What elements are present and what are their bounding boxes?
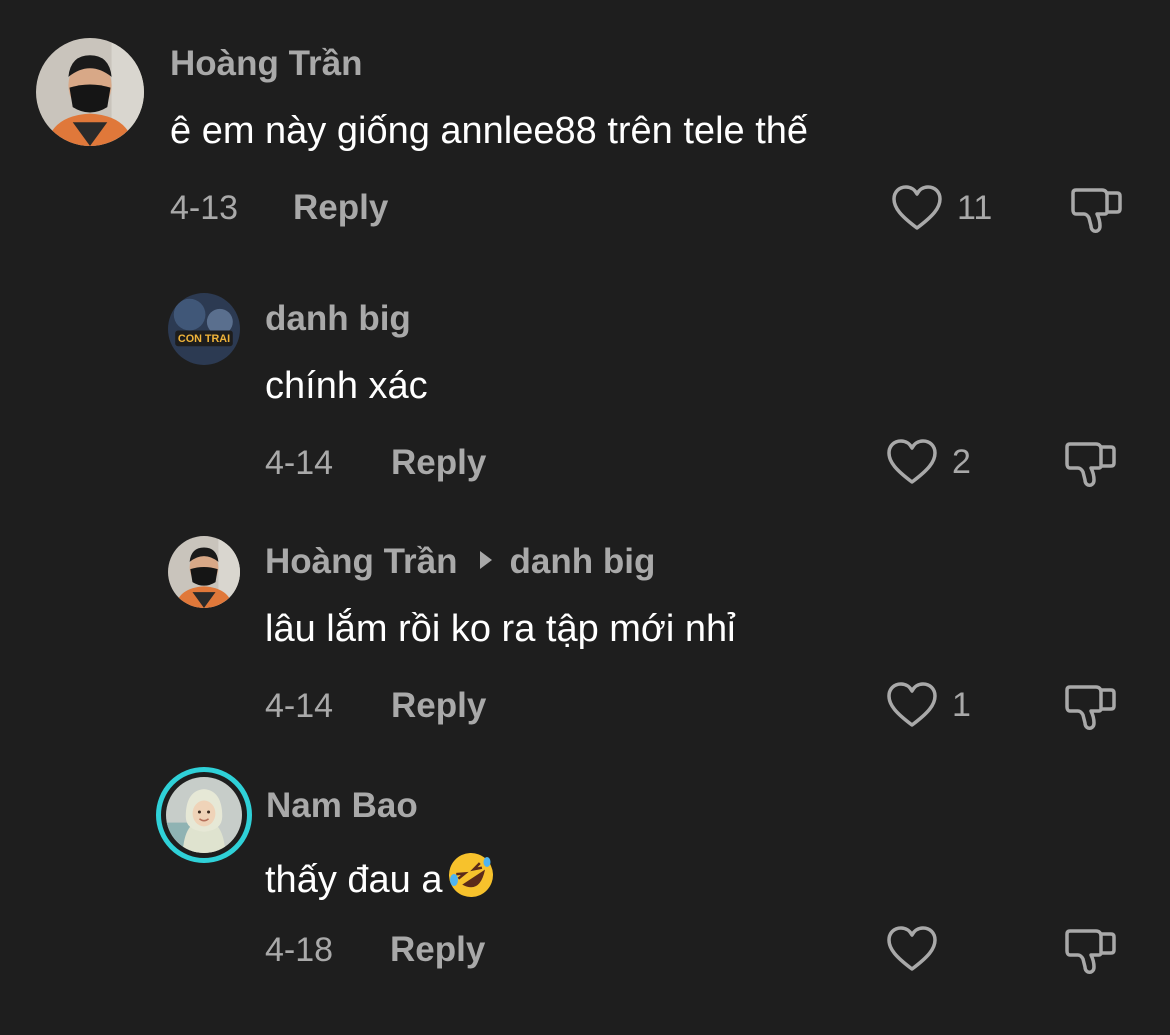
rolling-on-floor-laughing-icon [446, 850, 496, 900]
reply-button[interactable]: Reply [390, 930, 485, 970]
reply-to-username[interactable]: danh big [510, 542, 656, 581]
like-button[interactable] [886, 924, 952, 974]
dislike-button[interactable] [1064, 436, 1118, 490]
triangle-right-icon [479, 551, 492, 569]
avatar[interactable]: CON TRAI [168, 293, 240, 365]
avatar[interactable] [36, 38, 144, 146]
comment-reply: CON TRAI danh big chính xác 4-14 Reply 2 [0, 270, 1170, 500]
avatar-image [168, 536, 240, 608]
comment-text: ê em này giống annlee88 trên tele thế [170, 110, 809, 152]
comment-username-line: Hoàng Trần danh big [265, 542, 655, 582]
comment-username[interactable]: Hoàng Trần [170, 44, 363, 84]
comment-date: 4-18 [265, 931, 334, 969]
comment-username[interactable]: Hoàng Trần [265, 542, 458, 581]
reply-button[interactable]: Reply [391, 443, 486, 483]
avatar-image [166, 777, 242, 853]
heart-outline-icon [887, 439, 937, 484]
avatar-image [36, 38, 144, 146]
reply-button[interactable]: Reply [391, 686, 486, 726]
like-count: 11 [957, 188, 993, 227]
comment-date: 4-13 [170, 189, 239, 227]
heart-outline-icon [892, 185, 942, 230]
comment-username[interactable]: danh big [265, 299, 411, 339]
comment-reply: Hoàng Trần danh big lâu lắm rồi ko ra tập… [0, 510, 1170, 750]
thumbs-down-outline-icon [1065, 442, 1116, 487]
comment-text: thấy đau a [265, 850, 496, 903]
avatar-image: CON TRAI [168, 293, 240, 365]
comment-date: 4-14 [265, 687, 334, 725]
comment-text: lâu lắm rồi ko ra tập mới nhỉ [265, 608, 736, 650]
comment: Hoàng Trần ê em này giống annlee88 trên … [0, 0, 1170, 260]
like-count: 2 [952, 442, 971, 481]
heart-outline-icon [887, 926, 937, 971]
heart-outline-icon [887, 682, 937, 727]
like-button[interactable]: 11 [891, 183, 992, 233]
avatar-logo-text: CON TRAI [178, 333, 230, 345]
comment-username[interactable]: Nam Bao [266, 786, 418, 826]
thumbs-down-outline-icon [1065, 685, 1116, 730]
dislike-button[interactable] [1070, 182, 1124, 236]
dislike-button[interactable] [1064, 679, 1118, 733]
comment-date: 4-14 [265, 444, 334, 482]
thumbs-down-outline-icon [1071, 188, 1122, 233]
like-button[interactable]: 2 [886, 437, 971, 487]
avatar[interactable] [168, 536, 240, 608]
avatar[interactable] [166, 777, 242, 853]
dislike-button[interactable] [1064, 923, 1118, 977]
comment-reply: Nam Bao thấy đau a 4-18 Reply [0, 760, 1170, 1020]
like-button[interactable]: 1 [886, 680, 971, 730]
comment-text: chính xác [265, 365, 428, 407]
like-count: 1 [952, 685, 971, 724]
thumbs-down-outline-icon [1065, 929, 1116, 974]
comment-text-content: thấy đau a [265, 859, 443, 901]
reply-button[interactable]: Reply [293, 188, 388, 228]
